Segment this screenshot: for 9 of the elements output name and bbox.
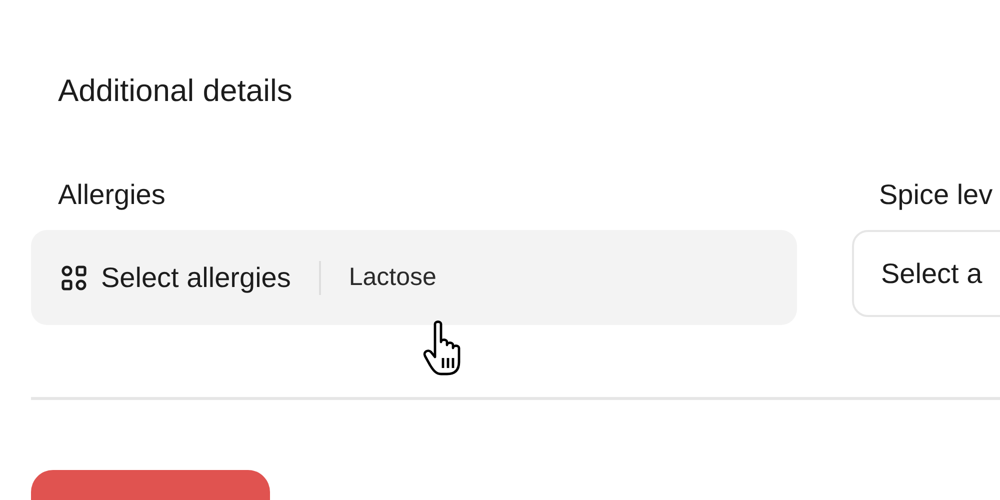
field-label: Spice lev xyxy=(878,178,993,212)
field-label: Allergies xyxy=(57,178,166,212)
select-field[interactable]: Select a xyxy=(852,230,1000,317)
allergies-select[interactable]: Select allergies Lactose xyxy=(31,230,797,325)
grid-icon xyxy=(61,264,87,290)
selected-tag[interactable]: Lactose xyxy=(348,263,436,292)
select-placeholder: Select allergies xyxy=(101,262,291,294)
select-placeholder: Select a xyxy=(881,258,982,290)
section-title: Additional details xyxy=(57,72,294,110)
